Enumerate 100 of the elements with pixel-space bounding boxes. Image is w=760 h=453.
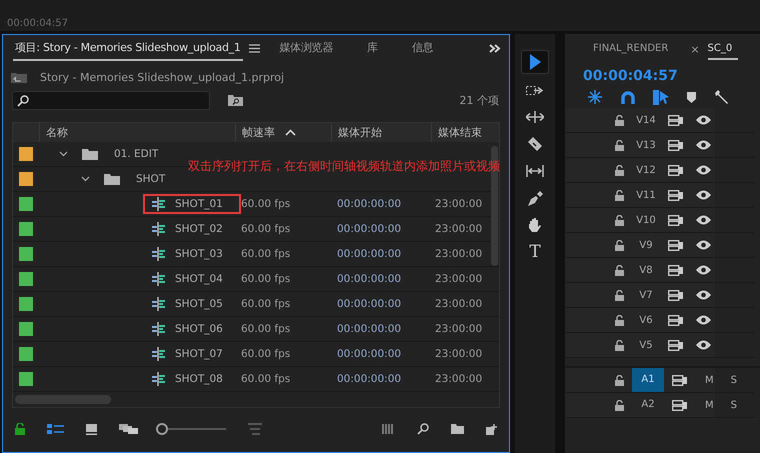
item-name[interactable]: SHOT_01 (175, 198, 223, 210)
eye-icon[interactable] (696, 265, 711, 275)
panel-tab[interactable]: 项目: Story - Memories Slideshow_upload_1 (13, 36, 243, 60)
track-label[interactable]: V13 (632, 140, 660, 150)
label-color-swatch[interactable] (19, 322, 33, 336)
magnet-icon[interactable] (621, 90, 635, 104)
sync-lock-icon[interactable] (668, 314, 684, 326)
column-header[interactable]: 媒体结束 (431, 123, 499, 142)
item-name[interactable]: SHOT_02 (175, 223, 223, 235)
unlocked-lock-icon[interactable] (615, 290, 624, 300)
solo-button[interactable]: S (730, 400, 737, 410)
label-color-swatch[interactable] (19, 222, 33, 236)
new-bin-icon[interactable] (451, 424, 464, 434)
eye-icon[interactable] (696, 165, 711, 175)
sync-lock-icon[interactable] (672, 374, 688, 386)
unlocked-lock-icon[interactable] (615, 314, 624, 326)
eye-icon[interactable] (696, 340, 711, 350)
panel-tab[interactable]: 媒体浏览器 (278, 36, 336, 60)
sync-lock-icon[interactable] (668, 140, 684, 150)
item-name[interactable]: SHOT_08 (175, 373, 223, 385)
eye-icon[interactable] (696, 315, 711, 325)
sync-lock-icon[interactable] (668, 164, 684, 176)
search-icon[interactable] (417, 423, 429, 435)
sync-lock-icon[interactable] (672, 400, 688, 410)
item-name[interactable]: 01. EDIT (114, 148, 158, 160)
sync-lock-icon[interactable] (668, 240, 684, 250)
track-label[interactable]: V8 (632, 264, 660, 276)
selection-tool-button[interactable] (521, 50, 549, 74)
unlocked-lock-icon[interactable] (615, 190, 624, 200)
item-name[interactable]: SHOT_07 (175, 348, 223, 360)
item-name[interactable]: SHOT_05 (175, 298, 223, 310)
label-color-swatch[interactable] (19, 272, 33, 286)
sync-lock-icon[interactable] (668, 214, 684, 226)
chevrons-icon[interactable] (489, 44, 501, 52)
label-color-swatch[interactable] (19, 172, 33, 186)
track-label[interactable]: A1 (632, 368, 664, 392)
item-name[interactable]: SHOT_04 (175, 273, 223, 285)
bin-search-icon[interactable] (228, 95, 243, 106)
column-header[interactable]: 名称 (39, 123, 235, 142)
sequence-tab[interactable]: SC_0 (708, 39, 738, 60)
track-label[interactable]: A2 (632, 393, 664, 417)
sync-lock-icon[interactable] (668, 264, 684, 276)
label-color-swatch[interactable] (19, 347, 33, 361)
slider-thumb[interactable] (156, 423, 168, 435)
track-label[interactable]: V10 (632, 214, 660, 226)
column-header[interactable]: 帧速率 (235, 123, 331, 142)
item-name[interactable]: SHOT (136, 173, 166, 185)
unlocked-lock-icon[interactable] (615, 264, 624, 276)
label-color-swatch[interactable] (19, 247, 33, 261)
unlocked-lock-icon[interactable] (615, 340, 624, 350)
type-tool-button[interactable]: T (522, 241, 548, 263)
new-item-icon[interactable] (486, 424, 497, 434)
folder-up-icon[interactable] (11, 72, 27, 83)
expand-chevron-icon[interactable] (59, 151, 68, 157)
unlocked-lock-icon[interactable] (615, 214, 624, 226)
track-label[interactable]: V12 (632, 164, 660, 176)
track-label[interactable]: V11 (632, 190, 660, 200)
wrench-icon[interactable] (714, 90, 728, 104)
menu-icon[interactable] (248, 44, 260, 52)
freeform-view-icon[interactable] (119, 424, 138, 434)
timeline-timecode[interactable]: 00:00:04:57 (565, 60, 760, 84)
item-name[interactable]: SHOT_06 (175, 323, 223, 335)
solo-button[interactable]: S (730, 374, 737, 386)
eye-icon[interactable] (696, 190, 711, 200)
label-color-swatch[interactable] (19, 197, 33, 211)
track-label[interactable]: V9 (632, 240, 660, 250)
sync-lock-icon[interactable] (668, 190, 684, 200)
eye-icon[interactable] (696, 240, 711, 250)
unlocked-lock-icon[interactable] (615, 400, 624, 410)
sync-lock-icon[interactable] (668, 114, 684, 126)
sync-lock-icon[interactable] (668, 340, 684, 350)
unlocked-lock-icon[interactable] (615, 374, 624, 386)
label-color-swatch[interactable] (19, 297, 33, 311)
unlocked-lock-icon[interactable] (615, 114, 624, 126)
unlocked-lock-icon[interactable] (615, 140, 624, 150)
sync-lock-icon[interactable] (668, 290, 684, 300)
track-label[interactable]: V5 (632, 340, 660, 350)
track-label[interactable]: V7 (632, 290, 660, 300)
label-color-swatch[interactable] (19, 372, 33, 386)
panel-tab[interactable]: 库 (365, 36, 380, 60)
list-view-icon[interactable] (47, 424, 64, 434)
close-icon[interactable]: × (690, 43, 700, 56)
expand-chevron-icon[interactable] (81, 176, 90, 182)
eye-icon[interactable] (696, 115, 711, 125)
column-header[interactable]: 媒体开始 (331, 123, 431, 142)
lock-icon[interactable] (15, 423, 25, 435)
mute-button[interactable]: M (705, 374, 714, 386)
unlocked-lock-icon[interactable] (615, 164, 624, 176)
mute-button[interactable]: M (705, 400, 714, 410)
panel-tab[interactable]: 信息 (410, 36, 436, 60)
search-field[interactable] (12, 91, 210, 110)
eye-icon[interactable] (696, 215, 711, 225)
sequence-tab[interactable]: FINAL_RENDER (593, 39, 668, 60)
linked-selection-icon[interactable] (653, 90, 669, 104)
item-name[interactable]: SHOT_03 (175, 248, 223, 260)
eye-icon[interactable] (696, 290, 711, 300)
marker-icon[interactable] (687, 92, 696, 102)
track-label[interactable]: V14 (632, 114, 660, 126)
icon-view-icon[interactable] (86, 424, 97, 434)
unlocked-lock-icon[interactable] (615, 240, 624, 250)
